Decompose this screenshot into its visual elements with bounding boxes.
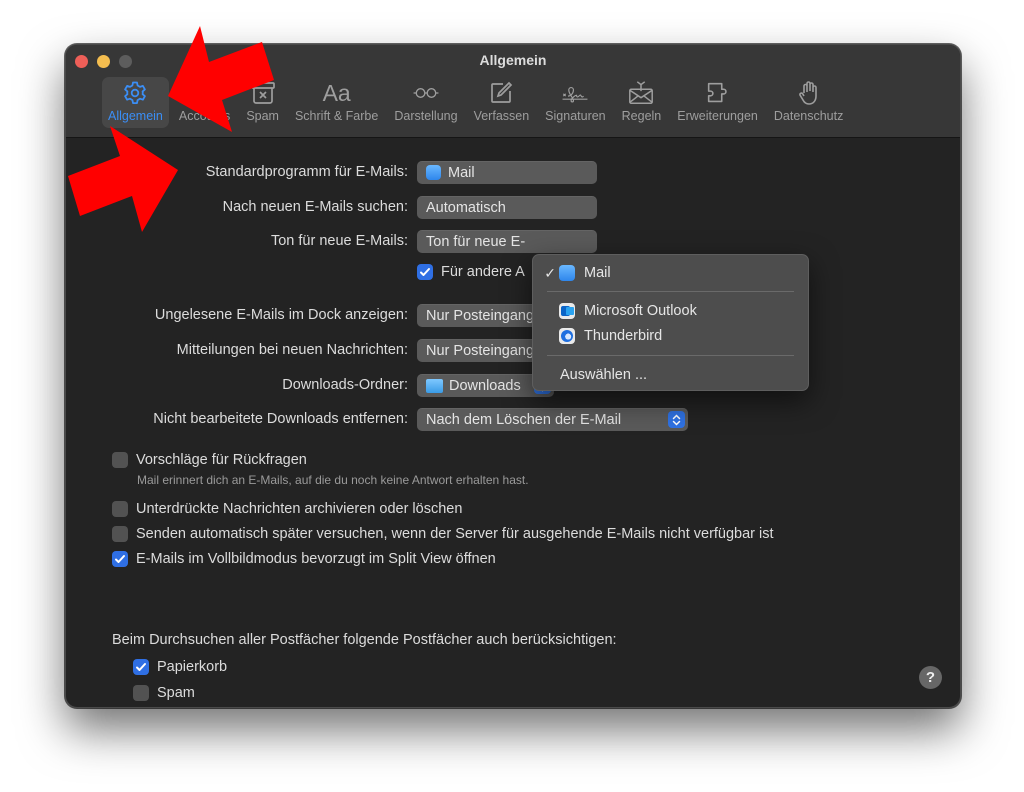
- downloads-folder-icon: [426, 378, 443, 393]
- rules-envelope-icon: [627, 80, 655, 106]
- search-trash-text: Papierkorb: [157, 659, 228, 675]
- checkmark-icon: ✓: [544, 264, 556, 281]
- menu-separator: [547, 355, 794, 356]
- tab-label: Verfassen: [473, 109, 530, 123]
- window-title: Allgemein: [479, 52, 547, 68]
- tab-label: Regeln: [621, 109, 662, 123]
- tab-label: Erweiterungen: [677, 109, 758, 123]
- search-mailboxes-label: Beim Durchsuchen aller Postfächer folgen…: [112, 632, 617, 648]
- search-spam-text: Spam: [157, 685, 195, 701]
- split-view-checkbox[interactable]: [112, 551, 128, 567]
- default-app-value: Mail: [448, 164, 475, 181]
- search-trash-checkbox[interactable]: [133, 659, 149, 675]
- tab-label: Signaturen: [545, 109, 606, 123]
- sound-value: Ton für neue E-: [426, 233, 526, 250]
- muted-messages-option[interactable]: Unterdrückte Nachrichten archivieren ode…: [112, 497, 462, 521]
- sound-label: Ton für neue E-Mails:: [270, 233, 408, 249]
- tab-label: Darstellung: [394, 109, 458, 123]
- search-spam-checkbox[interactable]: [133, 685, 149, 701]
- menu-item-label: Auswählen ...: [560, 367, 648, 383]
- tab-allgemein[interactable]: Allgemein: [102, 77, 169, 128]
- tab-datenschutz[interactable]: Datenschutz: [768, 77, 849, 128]
- notifications-value: Nur Posteingang: [426, 342, 535, 359]
- dock-unread-value: Nur Posteingang: [426, 307, 535, 324]
- menu-item-choose[interactable]: Auswählen ...: [533, 364, 808, 386]
- default-app-menu: ✓ Mail Microsoft Outlook Thunderbird Aus…: [532, 254, 809, 391]
- tab-darstellung[interactable]: Darstellung: [388, 77, 463, 128]
- followup-suggestions-checkbox[interactable]: [112, 452, 128, 468]
- remove-downloads-popup[interactable]: Nach dem Löschen der E-Mail: [417, 408, 688, 431]
- thunderbird-app-icon: [559, 328, 575, 344]
- compose-icon: [487, 80, 515, 106]
- tab-accounts[interactable]: Accounts: [173, 77, 236, 128]
- junk-bin-icon: [249, 80, 277, 106]
- retry-send-checkbox[interactable]: [112, 526, 128, 542]
- tab-label: Schrift & Farbe: [294, 109, 379, 123]
- other-accounts-option[interactable]: Für andere A: [417, 260, 525, 284]
- downloads-folder-value: Downloads: [449, 377, 521, 394]
- font-aa-icon: Aa: [323, 80, 351, 106]
- tab-label: Accounts: [178, 109, 231, 123]
- menu-separator: [547, 291, 794, 292]
- check-mail-value: Automatisch: [426, 199, 506, 216]
- retry-send-text: Senden automatisch später versuchen, wen…: [136, 526, 774, 542]
- tab-verfassen[interactable]: Verfassen: [468, 77, 536, 128]
- glasses-icon: [412, 80, 440, 106]
- muted-messages-text: Unterdrückte Nachrichten archivieren ode…: [136, 501, 463, 517]
- puzzle-icon: [704, 80, 732, 106]
- remove-downloads-label: Nicht bearbeitete Downloads entfernen:: [153, 411, 408, 427]
- notifications-label: Mitteilungen bei neuen Nachrichten:: [176, 342, 408, 358]
- sound-popup[interactable]: Ton für neue E-: [417, 230, 597, 253]
- tab-label: Datenschutz: [773, 109, 844, 123]
- settings-toolbar: Allgemein Accounts Spam Aa Schrift & Far…: [102, 77, 853, 131]
- menu-item-outlook[interactable]: Microsoft Outlook: [533, 300, 808, 322]
- tab-erweiterungen[interactable]: Erweiterungen: [671, 77, 764, 128]
- menu-item-mail[interactable]: ✓ Mail: [533, 262, 808, 284]
- signature-icon: [561, 80, 589, 106]
- thunderbird-mark: [561, 330, 573, 342]
- help-button[interactable]: ?: [919, 666, 942, 689]
- menu-item-label: Thunderbird: [584, 328, 663, 344]
- tab-label: Spam: [246, 109, 279, 123]
- check-mail-popup[interactable]: Automatisch: [417, 196, 597, 219]
- mail-app-icon: [559, 265, 575, 281]
- split-view-text: E-Mails im Vollbildmodus bevorzugt im Sp…: [136, 551, 496, 567]
- search-spam-option[interactable]: Spam: [133, 681, 195, 705]
- default-app-popup[interactable]: Mail: [417, 161, 597, 184]
- muted-messages-checkbox[interactable]: [112, 501, 128, 517]
- outlook-app-icon: [559, 303, 575, 319]
- outlook-envelope-mark: [566, 307, 574, 315]
- menu-item-thunderbird[interactable]: Thunderbird: [533, 325, 808, 347]
- chevron-updown-icon: [668, 411, 685, 428]
- tab-regeln[interactable]: Regeln: [616, 77, 668, 128]
- retry-send-option[interactable]: Senden automatisch später versuchen, wen…: [112, 522, 774, 546]
- other-accounts-checkbox[interactable]: [417, 264, 433, 280]
- search-trash-option[interactable]: Papierkorb: [133, 655, 227, 679]
- check-mail-label: Nach neuen E-Mails suchen:: [222, 199, 408, 215]
- mail-app-icon: [426, 165, 441, 180]
- search-encrypted-option[interactable]: Verschlüsselte E-Mails: [133, 706, 303, 707]
- font-aa-glyph: Aa: [322, 80, 351, 106]
- mail-settings-window: Allgemein Allgemein Accounts Spam Aa Sch…: [65, 44, 961, 708]
- followup-hint: Mail erinnert dich an E-Mails, auf die d…: [137, 473, 529, 487]
- followup-suggestions-option[interactable]: Vorschläge für Rückfragen: [112, 448, 307, 472]
- remove-downloads-value: Nach dem Löschen der E-Mail: [426, 411, 622, 428]
- menu-item-label: Microsoft Outlook: [584, 303, 697, 319]
- gear-icon: [121, 80, 149, 106]
- other-accounts-text: Für andere A: [441, 264, 525, 280]
- followup-suggestions-text: Vorschläge für Rückfragen: [136, 452, 307, 468]
- dock-unread-label: Ungelesene E-Mails im Dock anzeigen:: [154, 307, 408, 323]
- downloads-folder-label: Downloads-Ordner:: [282, 377, 408, 393]
- tab-schrift-farbe[interactable]: Aa Schrift & Farbe: [289, 77, 384, 128]
- at-sign-icon: [191, 80, 219, 106]
- titlebar: Allgemein Allgemein Accounts Spam Aa Sch…: [66, 45, 960, 138]
- tab-signaturen[interactable]: Signaturen: [539, 77, 611, 128]
- split-view-option[interactable]: E-Mails im Vollbildmodus bevorzugt im Sp…: [112, 547, 496, 571]
- menu-item-label: Mail: [584, 265, 611, 281]
- default-app-label: Standardprogramm für E-Mails:: [205, 164, 408, 180]
- tab-label: Allgemein: [108, 109, 163, 123]
- general-settings-panel: Standardprogramm für E-Mails: Mail Nach …: [66, 138, 960, 707]
- hand-icon: [795, 80, 823, 106]
- tab-spam[interactable]: Spam: [240, 77, 285, 128]
